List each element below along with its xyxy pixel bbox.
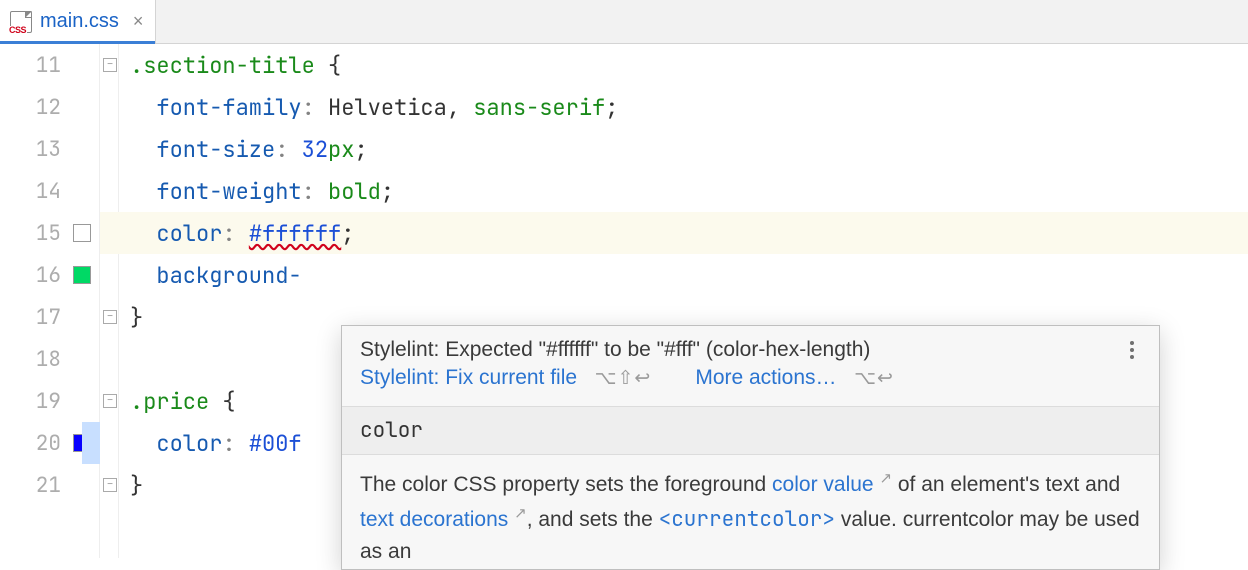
gutter-line: 18 (0, 338, 99, 380)
tab-bar: CSS main.css × (0, 0, 1248, 44)
inspection-message: Stylelint: Expected "#ffffff" to be "#ff… (360, 338, 870, 362)
color-swatch[interactable] (73, 266, 91, 284)
code-line[interactable]: font-weight: bold; (100, 170, 1248, 212)
fix-shortcut: ⌥⇧↩ (595, 368, 652, 389)
tab-main-css[interactable]: CSS main.css × (0, 0, 156, 43)
external-link-icon: ↗ (514, 505, 527, 522)
doc-currentcolor-token: <currentcolor> (659, 506, 835, 533)
doc-title: color (342, 406, 1159, 455)
gutter-line: 13 (0, 128, 99, 170)
css-file-icon: CSS (10, 11, 32, 33)
code-line[interactable]: font-size: 32px; (100, 128, 1248, 170)
more-actions-link[interactable]: More actions… (695, 366, 836, 389)
more-shortcut: ⌥↩ (854, 368, 894, 389)
code-line[interactable]: color: #ffffff; (100, 212, 1248, 254)
gutter-line: 11 (0, 44, 99, 86)
code-line[interactable]: font-family: Helvetica, sans-serif; (100, 86, 1248, 128)
gutter-line: 21 (0, 464, 99, 506)
gutter: 1112131415161718192021 (0, 44, 100, 558)
gutter-line: 12 (0, 86, 99, 128)
doc-link-text-decorations[interactable]: text decorations ↗ (360, 508, 527, 531)
gutter-line: 17 (0, 296, 99, 338)
gutter-line: 15 (0, 212, 99, 254)
close-icon[interactable]: × (133, 11, 144, 32)
fix-current-file-link[interactable]: Stylelint: Fix current file (360, 366, 577, 389)
code-line[interactable]: .section-title { (100, 44, 1248, 86)
tab-filename: main.css (40, 10, 119, 33)
inspection-popup: Stylelint: Expected "#ffffff" to be "#ff… (341, 325, 1160, 570)
doc-body: The color CSS property sets the foregrou… (342, 455, 1159, 569)
color-swatch[interactable] (73, 224, 91, 242)
gutter-line: 14 (0, 170, 99, 212)
gutter-line: 16 (0, 254, 99, 296)
kebab-menu-icon[interactable] (1123, 341, 1141, 359)
external-link-icon: ↗ (879, 470, 892, 487)
doc-link-color-value[interactable]: color value ↗ (772, 473, 892, 496)
editor[interactable]: 1112131415161718192021 −−−− .section-tit… (0, 44, 1248, 558)
gutter-line: 19 (0, 380, 99, 422)
code-line[interactable]: background- (100, 254, 1248, 296)
